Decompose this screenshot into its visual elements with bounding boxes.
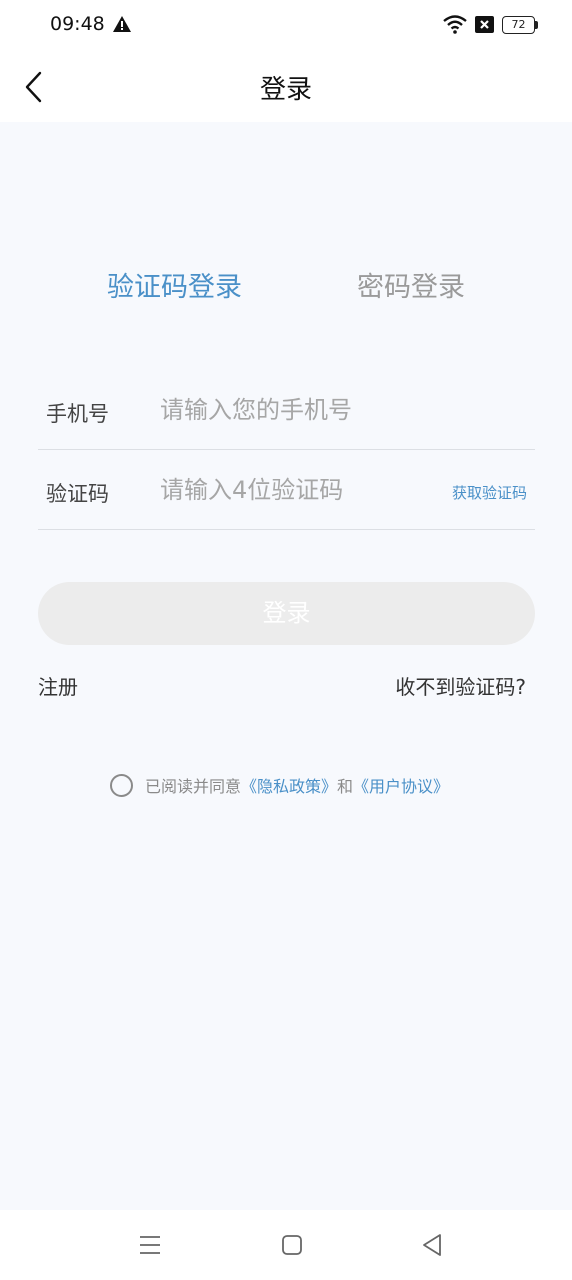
- home-icon[interactable]: [281, 1234, 303, 1256]
- status-bar: 09:48 72: [0, 0, 572, 52]
- code-label: 验证码: [46, 482, 109, 506]
- no-sim-icon: [475, 16, 494, 33]
- code-field-row: 验证码 获取验证码: [38, 450, 535, 530]
- code-input[interactable]: [160, 470, 440, 510]
- menu-icon[interactable]: [139, 1234, 161, 1256]
- wifi-icon: [443, 15, 467, 34]
- phone-input[interactable]: [160, 390, 440, 430]
- register-link[interactable]: 注册: [38, 671, 78, 700]
- get-code-button[interactable]: 获取验证码: [452, 482, 527, 503]
- phone-field-row: 手机号: [38, 370, 535, 450]
- user-agreement-link[interactable]: 《用户协议》: [353, 773, 449, 797]
- no-code-link[interactable]: 收不到验证码?: [395, 671, 526, 700]
- agreement-checkbox[interactable]: [110, 773, 133, 797]
- warning-icon: [113, 16, 131, 32]
- agreement-row: 已阅读并同意 《隐私政策》 和 《用户协议》: [110, 773, 449, 797]
- tab-sms-login[interactable]: 验证码登录: [107, 265, 242, 304]
- privacy-policy-link[interactable]: 《隐私政策》: [241, 773, 337, 797]
- page-title: 登录: [259, 75, 312, 105]
- phone-label: 手机号: [46, 402, 109, 426]
- header: 登录: [0, 52, 572, 122]
- system-nav-bar: [0, 1210, 572, 1280]
- login-button[interactable]: 登录: [38, 582, 535, 645]
- battery-level: 72: [502, 16, 535, 34]
- agreement-and: 和: [337, 777, 354, 796]
- battery-icon: 72: [502, 16, 538, 34]
- tab-password-login[interactable]: 密码登录: [357, 265, 465, 304]
- battery-tip: [535, 21, 538, 29]
- back-icon[interactable]: [421, 1233, 443, 1257]
- status-time: 09:48: [50, 13, 105, 35]
- agreement-prefix: 已阅读并同意: [145, 777, 242, 796]
